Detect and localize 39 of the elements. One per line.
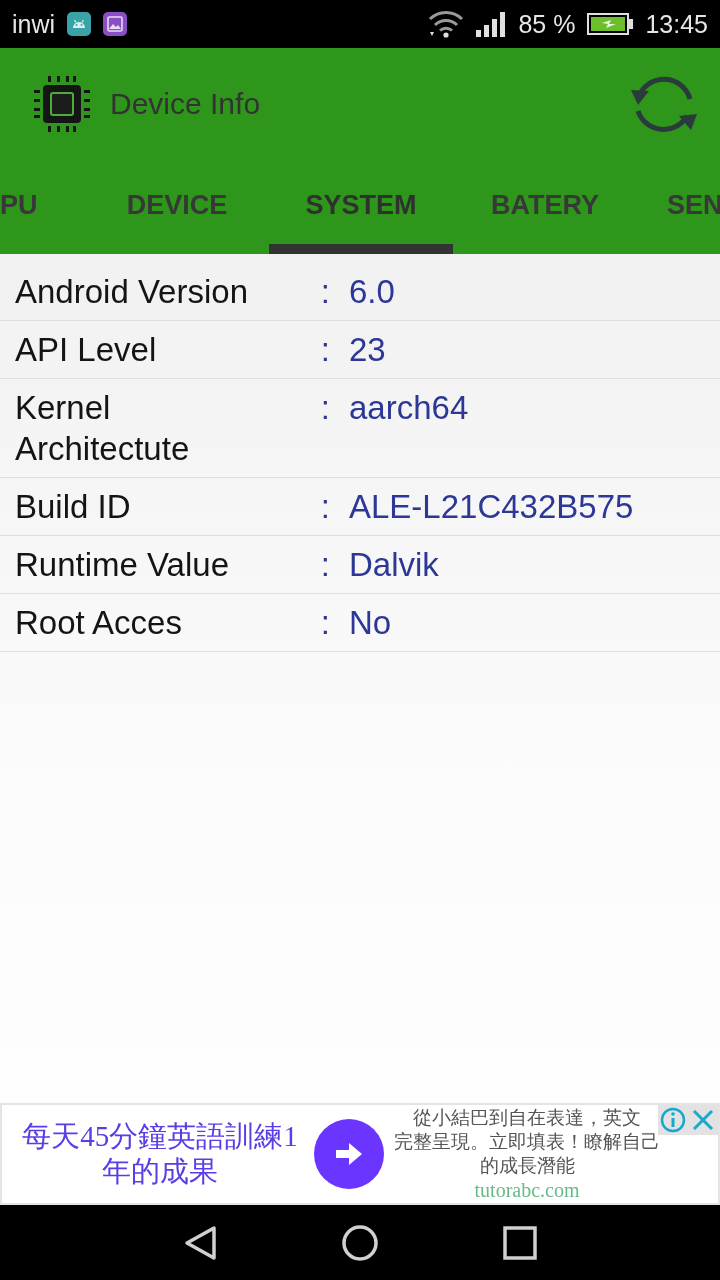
ad-domain[interactable]: tutorabc.com [474,1178,580,1202]
battery-icon [587,13,634,35]
info-value: Dalvik [349,545,440,585]
info-label: Android Version [15,272,249,312]
app-title: Device Info [110,87,262,121]
back-triangle-icon [183,1224,217,1261]
info-value: 6.0 [349,272,396,312]
info-value: aarch64 [349,388,470,428]
info-value: ALE-L21C432B575 [349,487,635,527]
battery-percent: 85 % [518,9,576,39]
tab[interactable]: DEVICE [85,160,269,254]
info-label: Runtime Value [15,545,230,585]
info-label: API Level [15,330,158,370]
info-label: Build ID [15,487,132,527]
android-icon [67,12,92,36]
separator-colon: : [320,487,330,527]
chip-icon [34,76,90,132]
signal-icon [476,11,507,37]
clock: 13:45 [645,9,708,39]
tab[interactable]: BATERY [453,160,637,254]
info-value: 23 [349,330,387,370]
info-label: Root Acces [15,603,183,643]
ad-description: 從小結巴到自在表達，英文 完整呈現。立即填表！瞭解自己 的成長潛能 [394,1106,660,1178]
wifi-icon [428,10,465,38]
separator-colon: : [320,545,330,585]
ad-headline[interactable]: 每天45分鐘英語訓練1 年的成果 [8,1119,312,1189]
carrier-name: inwi [12,9,56,39]
recents-square-icon [503,1225,537,1260]
separator-colon: : [320,330,330,370]
separator-colon: : [320,272,330,312]
tab[interactable]: PU [0,160,85,254]
tab[interactable]: SEN [637,160,720,254]
separator-colon: : [320,388,330,428]
arrow-right-icon [336,1143,362,1165]
info-label: Kernel Architectute [15,388,191,469]
separator-colon: : [320,603,330,643]
home-circle-icon [342,1224,378,1261]
image-icon [103,12,128,36]
info-value: No [349,603,393,643]
